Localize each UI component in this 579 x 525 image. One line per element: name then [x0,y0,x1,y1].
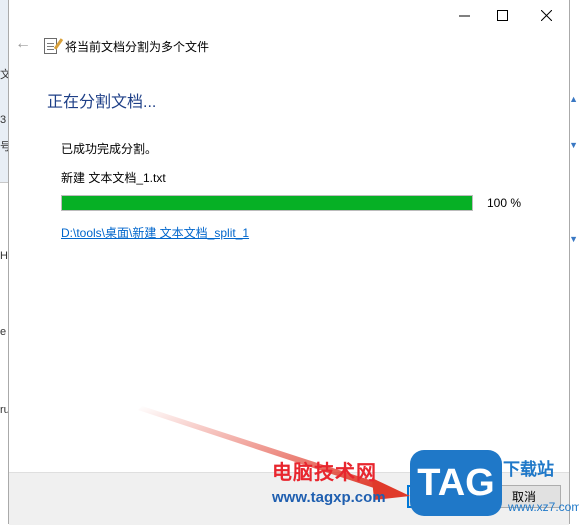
watermark-brand-text: 下载站 [503,460,554,479]
background-scroll-up-icon: ▲ [569,94,578,104]
watermark-site-name: 电脑技术网 [272,462,377,484]
minimize-icon [458,15,470,16]
maximize-icon [496,9,508,21]
progress-percent-label: 100 % [487,196,522,210]
watermark-tag-logo: TAG [410,450,502,516]
current-file-name: 新建 文本文档_1.txt [61,171,166,185]
status-text: 已成功完成分割。 [61,142,158,156]
background-scroll-down-icon: ▼ [569,234,578,244]
background-glyph: H [0,250,8,262]
watermark-site-url: www.tagxp.com [272,489,386,506]
document-edit-icon [44,38,57,54]
background-glyph: 3 [0,114,7,126]
progress-bar [61,195,473,211]
back-arrow-icon[interactable]: ← [15,35,31,53]
split-document-dialog: ← 将当前文档分割为多个文件 正在分割文档... 已成功完成分割。 新建 文本文… [8,0,570,525]
dialog-header: ← 将当前文档分割为多个文件 [9,33,569,59]
watermark-brand-url: www.xz7.com [508,500,579,514]
close-button[interactable] [523,0,569,30]
progress-bar-fill [62,196,472,210]
background-toolbar-strip [0,86,8,111]
background-toolbar-strip [0,158,8,183]
page-heading: 正在分割文档... [47,94,157,111]
dialog-title: 将当前文档分割为多个文件 [65,40,210,54]
background-scroll-down-icon: ▼ [569,140,578,150]
background-toolbar-strip [0,0,8,63]
close-icon [540,9,552,21]
maximize-button[interactable] [479,0,525,30]
output-folder-link[interactable]: D:\tools\桌面\新建 文本文档_split_1 [61,224,249,241]
background-glyph: e [0,326,7,338]
